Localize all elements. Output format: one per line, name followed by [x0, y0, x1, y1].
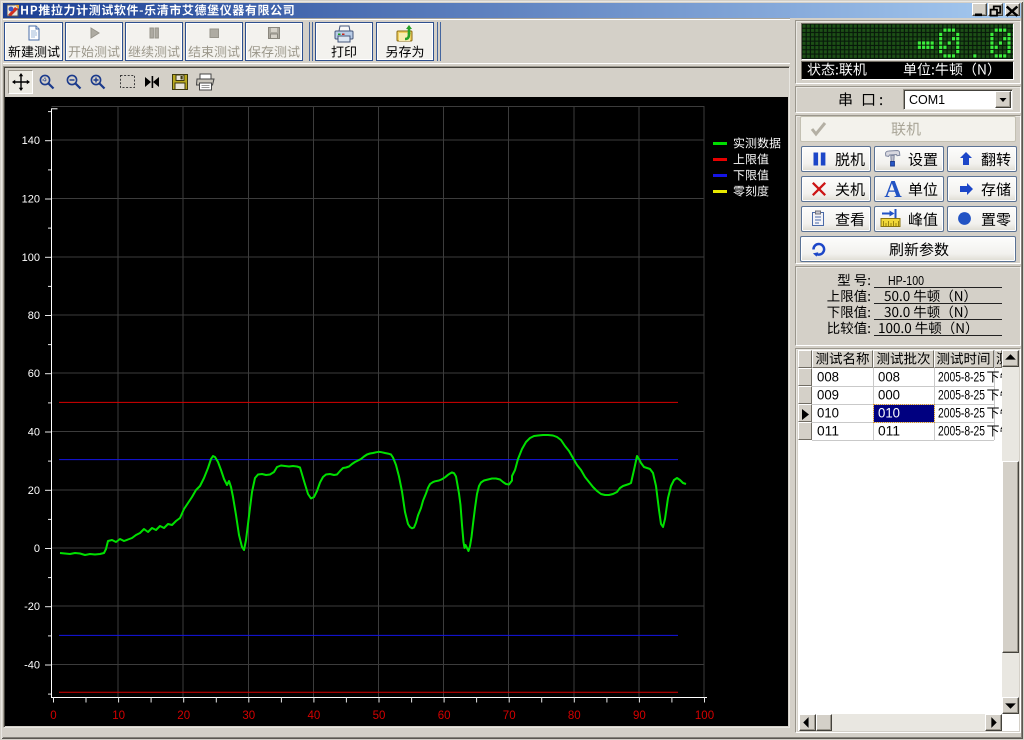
svg-text:A: A [884, 177, 902, 199]
